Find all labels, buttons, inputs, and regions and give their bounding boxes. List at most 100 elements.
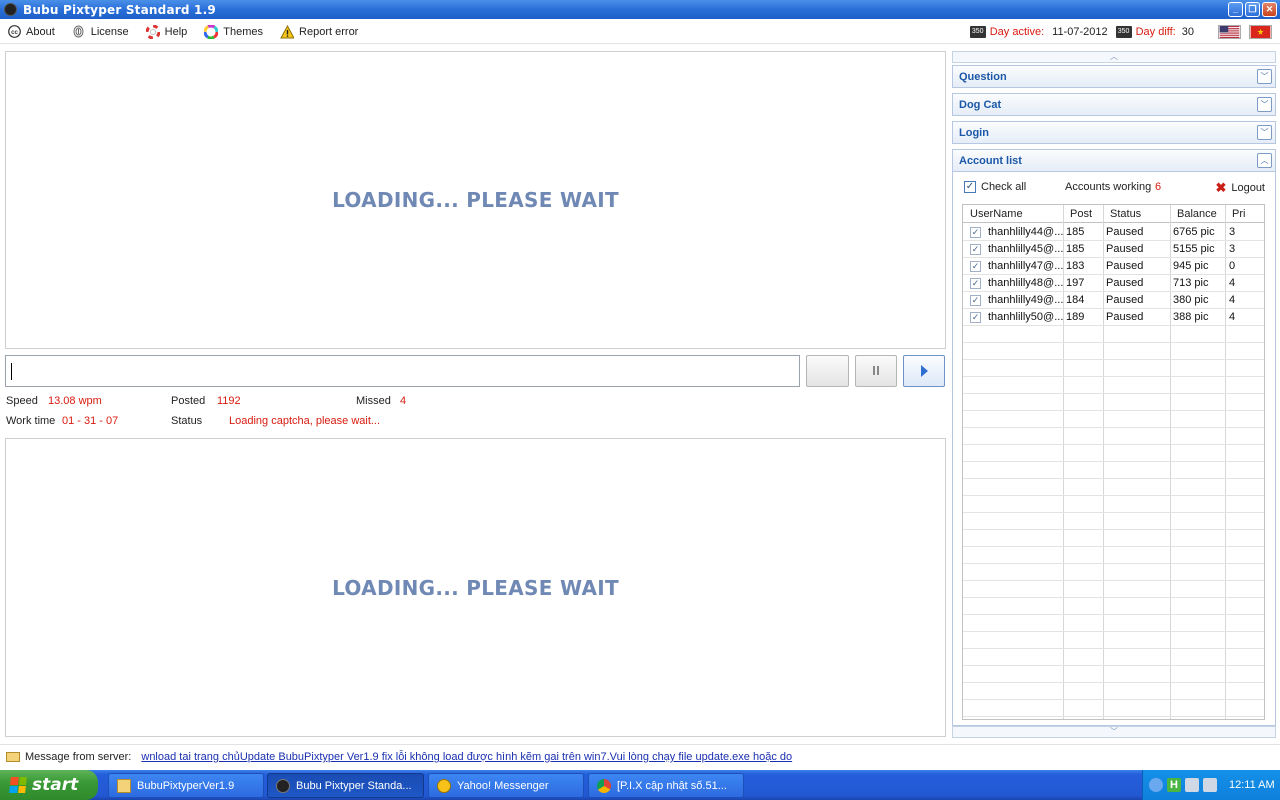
taskbar-item-folder[interactable]: BubuPixtyperVer1.9 — [108, 773, 264, 798]
grid-row-line — [963, 580, 1264, 581]
restore-button[interactable]: ❐ — [1245, 2, 1260, 17]
cell-status: Paused — [1106, 277, 1144, 289]
lifebuoy-icon — [145, 24, 160, 39]
row-checkbox[interactable]: ✓ — [970, 278, 981, 289]
cell-post: 189 — [1066, 311, 1085, 323]
vietnam-flag-icon[interactable] — [1249, 25, 1272, 39]
cell-balance: 713 pic — [1173, 277, 1209, 289]
speed-label: Speed — [6, 395, 38, 407]
cell-balance: 6765 pic — [1173, 226, 1215, 238]
grid-row-line — [963, 699, 1264, 700]
chevron-down-icon[interactable]: ﹀ — [1257, 125, 1272, 140]
network-icon[interactable] — [1203, 778, 1217, 792]
chevron-up-icon[interactable]: ︿ — [1257, 153, 1272, 168]
chevron-down-icon[interactable]: ﹀ — [1257, 97, 1272, 112]
cell-status: Paused — [1106, 311, 1144, 323]
menu-report-error[interactable]: Report error — [280, 24, 358, 39]
row-checkbox[interactable]: ✓ — [970, 261, 981, 272]
tray-arrow-icon[interactable] — [1149, 778, 1163, 792]
column-pri[interactable]: Pri — [1232, 205, 1245, 223]
panel-login-title: Login — [959, 126, 989, 139]
taskbar: start BubuPixtyperVer1.9 Bubu Pixtyper S… — [0, 770, 1280, 800]
pause-button[interactable] — [855, 355, 897, 387]
close-button[interactable]: ✕ — [1262, 2, 1277, 17]
taskbar-item-messenger[interactable]: Yahoo! Messenger — [428, 773, 584, 798]
grid-row-line — [963, 410, 1264, 411]
column-post[interactable]: Post — [1070, 205, 1092, 223]
tray-h-icon[interactable]: H — [1167, 778, 1181, 792]
cell-status: Paused — [1106, 243, 1144, 255]
us-flag-icon[interactable] — [1218, 25, 1241, 39]
table-row[interactable]: ✓ thanhlilly44@... 185 Paused 6765 pic 3 — [963, 224, 1264, 241]
captcha-answer-input[interactable] — [5, 355, 800, 387]
grid-row-line — [963, 478, 1264, 479]
check-all-checkbox[interactable]: ✓ — [964, 181, 976, 193]
start-button[interactable]: start — [0, 770, 98, 800]
status-value: Loading captcha, please wait... — [229, 415, 381, 427]
check-all[interactable]: ✓ Check all — [964, 181, 1026, 193]
scroll-down-button[interactable]: ﹀ — [952, 726, 1276, 738]
cell-username: thanhlilly48@... — [988, 277, 1063, 289]
panel-question-title: Question — [959, 70, 1007, 83]
cell-post: 183 — [1066, 260, 1085, 272]
loading-text-bottom: LOADING... PLEASE WAIT — [332, 575, 619, 600]
grid-row-line — [963, 495, 1264, 496]
windows-logo-icon — [9, 777, 27, 793]
panel-dogcat-header[interactable]: Dog Cat ﹀ — [952, 93, 1276, 116]
table-header: UserName Post Status Balance Pri — [963, 205, 1264, 223]
text-caret — [11, 363, 12, 380]
taskbar-item-app[interactable]: Bubu Pixtyper Standa... — [267, 773, 424, 798]
cell-post: 184 — [1066, 294, 1085, 306]
column-status[interactable]: Status — [1110, 205, 1141, 223]
taskbar-item-label: BubuPixtyperVer1.9 — [137, 779, 235, 792]
table-row[interactable]: ✓ thanhlilly49@... 184 Paused 380 pic 4 — [963, 292, 1264, 309]
column-username[interactable]: UserName — [970, 205, 1023, 223]
panel-question-header[interactable]: Question ﹀ — [952, 65, 1276, 88]
cell-status: Paused — [1106, 294, 1144, 306]
panel-account-list-header[interactable]: Account list ︿ — [952, 149, 1276, 172]
missed-label: Missed — [356, 395, 391, 407]
panel-login-header[interactable]: Login ﹀ — [952, 121, 1276, 144]
menu-about[interactable]: cc About — [7, 25, 55, 39]
cell-pri: 4 — [1229, 294, 1236, 306]
grid-row-line — [963, 665, 1264, 666]
table-row[interactable]: ✓ thanhlilly50@... 189 Paused 388 pic 4 — [963, 309, 1264, 326]
row-checkbox[interactable]: ✓ — [970, 244, 981, 255]
cell-username: thanhlilly49@... — [988, 294, 1063, 306]
day-active-label: Day active: — [989, 26, 1045, 38]
row-checkbox[interactable]: ✓ — [970, 312, 981, 323]
server-message-link[interactable]: wnload tai trang chủUpdate BubuPixtyper … — [141, 751, 792, 763]
play-button[interactable] — [903, 355, 945, 387]
table-row[interactable]: ✓ thanhlilly48@... 197 Paused 713 pic 4 — [963, 275, 1264, 292]
taskbar-item-label: Bubu Pixtyper Standa... — [296, 779, 412, 792]
blank-button[interactable] — [806, 355, 849, 387]
start-label: start — [32, 775, 79, 795]
title-bar: Bubu Pixtyper Standard 1.9 _ ❐ ✕ — [0, 0, 1280, 19]
cell-pri: 3 — [1229, 226, 1236, 238]
row-checkbox[interactable]: ✓ — [970, 227, 981, 238]
menu-license[interactable]: License — [72, 25, 129, 39]
scroll-up-button[interactable]: ︿ — [952, 51, 1276, 63]
minimize-button[interactable]: _ — [1228, 2, 1243, 17]
grid-row-line — [963, 359, 1264, 360]
table-row[interactable]: ✓ thanhlilly47@... 183 Paused 945 pic 0 — [963, 258, 1264, 275]
row-checkbox[interactable]: ✓ — [970, 295, 981, 306]
server-message-label: Message from server: — [25, 751, 132, 763]
menu-help[interactable]: Help — [145, 24, 187, 39]
menu-themes[interactable]: Themes — [204, 24, 263, 39]
logout-button[interactable]: ✖ Logout — [1215, 180, 1265, 196]
calendar-icon: 350 — [969, 26, 986, 38]
logout-label: Logout — [1231, 182, 1265, 194]
cell-post: 185 — [1066, 226, 1085, 238]
grid-row-line — [963, 546, 1264, 547]
chevron-down-icon[interactable]: ﹀ — [1257, 69, 1272, 84]
network-icon[interactable] — [1185, 778, 1199, 792]
table-row[interactable]: ✓ thanhlilly45@... 185 Paused 5155 pic 3 — [963, 241, 1264, 258]
taskbar-item-browser[interactable]: [P.I.X cập nhật số.51... — [588, 773, 744, 798]
cell-pri: 4 — [1229, 311, 1236, 323]
cell-pri: 3 — [1229, 243, 1236, 255]
menu-bar: cc About License Help Themes Report erro… — [0, 20, 1280, 44]
column-balance[interactable]: Balance — [1177, 205, 1217, 223]
grid-row-line — [963, 648, 1264, 649]
menu-license-label: License — [90, 25, 129, 38]
